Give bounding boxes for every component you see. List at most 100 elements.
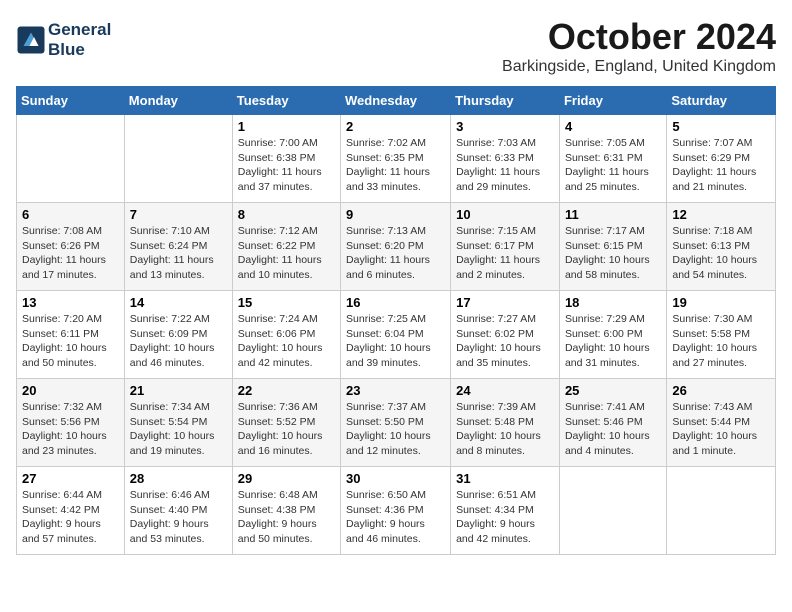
day-info: Sunrise: 7:18 AMSunset: 6:13 PMDaylight:… <box>672 224 770 283</box>
day-info: Sunrise: 7:37 AMSunset: 5:50 PMDaylight:… <box>346 400 445 459</box>
day-number: 10 <box>456 207 554 222</box>
calendar-cell: 29 Sunrise: 6:48 AMSunset: 4:38 PMDaylig… <box>232 467 340 555</box>
day-number: 17 <box>456 295 554 310</box>
day-number: 19 <box>672 295 770 310</box>
day-number: 23 <box>346 383 445 398</box>
calendar-cell: 31 Sunrise: 6:51 AMSunset: 4:34 PMDaylig… <box>451 467 560 555</box>
month-title: October 2024 <box>502 16 776 58</box>
day-info: Sunrise: 7:39 AMSunset: 5:48 PMDaylight:… <box>456 400 554 459</box>
calendar-cell: 8 Sunrise: 7:12 AMSunset: 6:22 PMDayligh… <box>232 203 340 291</box>
calendar-cell: 25 Sunrise: 7:41 AMSunset: 5:46 PMDaylig… <box>559 379 666 467</box>
day-number: 28 <box>130 471 227 486</box>
day-info: Sunrise: 6:48 AMSunset: 4:38 PMDaylight:… <box>238 488 335 547</box>
day-number: 30 <box>346 471 445 486</box>
calendar-cell: 7 Sunrise: 7:10 AMSunset: 6:24 PMDayligh… <box>124 203 232 291</box>
calendar-cell: 5 Sunrise: 7:07 AMSunset: 6:29 PMDayligh… <box>667 115 776 203</box>
calendar-cell <box>559 467 666 555</box>
calendar-cell: 20 Sunrise: 7:32 AMSunset: 5:56 PMDaylig… <box>17 379 125 467</box>
calendar-cell: 23 Sunrise: 7:37 AMSunset: 5:50 PMDaylig… <box>341 379 451 467</box>
day-number: 31 <box>456 471 554 486</box>
day-number: 29 <box>238 471 335 486</box>
day-header-saturday: Saturday <box>667 87 776 115</box>
calendar-week-row: 20 Sunrise: 7:32 AMSunset: 5:56 PMDaylig… <box>17 379 776 467</box>
day-info: Sunrise: 7:22 AMSunset: 6:09 PMDaylight:… <box>130 312 227 371</box>
day-info: Sunrise: 6:46 AMSunset: 4:40 PMDaylight:… <box>130 488 227 547</box>
day-info: Sunrise: 7:17 AMSunset: 6:15 PMDaylight:… <box>565 224 661 283</box>
calendar-cell: 14 Sunrise: 7:22 AMSunset: 6:09 PMDaylig… <box>124 291 232 379</box>
day-info: Sunrise: 7:36 AMSunset: 5:52 PMDaylight:… <box>238 400 335 459</box>
day-number: 7 <box>130 207 227 222</box>
page-header: General Blue October 2024 Barkingside, E… <box>16 16 776 76</box>
calendar-cell: 22 Sunrise: 7:36 AMSunset: 5:52 PMDaylig… <box>232 379 340 467</box>
calendar-cell: 16 Sunrise: 7:25 AMSunset: 6:04 PMDaylig… <box>341 291 451 379</box>
calendar-header-row: SundayMondayTuesdayWednesdayThursdayFrid… <box>17 87 776 115</box>
calendar-cell: 30 Sunrise: 6:50 AMSunset: 4:36 PMDaylig… <box>341 467 451 555</box>
day-number: 27 <box>22 471 119 486</box>
day-info: Sunrise: 7:13 AMSunset: 6:20 PMDaylight:… <box>346 224 445 283</box>
day-info: Sunrise: 7:08 AMSunset: 6:26 PMDaylight:… <box>22 224 119 283</box>
day-header-wednesday: Wednesday <box>341 87 451 115</box>
calendar-table: SundayMondayTuesdayWednesdayThursdayFrid… <box>16 86 776 555</box>
calendar-cell: 1 Sunrise: 7:00 AMSunset: 6:38 PMDayligh… <box>232 115 340 203</box>
day-number: 21 <box>130 383 227 398</box>
day-info: Sunrise: 6:50 AMSunset: 4:36 PMDaylight:… <box>346 488 445 547</box>
calendar-cell: 17 Sunrise: 7:27 AMSunset: 6:02 PMDaylig… <box>451 291 560 379</box>
calendar-cell: 9 Sunrise: 7:13 AMSunset: 6:20 PMDayligh… <box>341 203 451 291</box>
day-number: 4 <box>565 119 661 134</box>
calendar-cell <box>17 115 125 203</box>
calendar-week-row: 27 Sunrise: 6:44 AMSunset: 4:42 PMDaylig… <box>17 467 776 555</box>
day-number: 3 <box>456 119 554 134</box>
logo-text: General Blue <box>48 20 111 60</box>
day-number: 14 <box>130 295 227 310</box>
day-info: Sunrise: 7:02 AMSunset: 6:35 PMDaylight:… <box>346 136 445 195</box>
day-number: 18 <box>565 295 661 310</box>
calendar-cell <box>667 467 776 555</box>
day-number: 26 <box>672 383 770 398</box>
day-info: Sunrise: 7:05 AMSunset: 6:31 PMDaylight:… <box>565 136 661 195</box>
calendar-week-row: 13 Sunrise: 7:20 AMSunset: 6:11 PMDaylig… <box>17 291 776 379</box>
calendar-cell <box>124 115 232 203</box>
day-info: Sunrise: 7:34 AMSunset: 5:54 PMDaylight:… <box>130 400 227 459</box>
day-number: 2 <box>346 119 445 134</box>
calendar-cell: 4 Sunrise: 7:05 AMSunset: 6:31 PMDayligh… <box>559 115 666 203</box>
calendar-cell: 15 Sunrise: 7:24 AMSunset: 6:06 PMDaylig… <box>232 291 340 379</box>
calendar-cell: 13 Sunrise: 7:20 AMSunset: 6:11 PMDaylig… <box>17 291 125 379</box>
day-info: Sunrise: 7:41 AMSunset: 5:46 PMDaylight:… <box>565 400 661 459</box>
day-info: Sunrise: 7:20 AMSunset: 6:11 PMDaylight:… <box>22 312 119 371</box>
day-info: Sunrise: 7:07 AMSunset: 6:29 PMDaylight:… <box>672 136 770 195</box>
logo-icon <box>16 25 46 55</box>
calendar-cell: 18 Sunrise: 7:29 AMSunset: 6:00 PMDaylig… <box>559 291 666 379</box>
day-info: Sunrise: 7:12 AMSunset: 6:22 PMDaylight:… <box>238 224 335 283</box>
day-number: 20 <box>22 383 119 398</box>
day-header-sunday: Sunday <box>17 87 125 115</box>
calendar-week-row: 1 Sunrise: 7:00 AMSunset: 6:38 PMDayligh… <box>17 115 776 203</box>
day-info: Sunrise: 7:29 AMSunset: 6:00 PMDaylight:… <box>565 312 661 371</box>
day-number: 1 <box>238 119 335 134</box>
logo: General Blue <box>16 20 111 60</box>
calendar-cell: 27 Sunrise: 6:44 AMSunset: 4:42 PMDaylig… <box>17 467 125 555</box>
day-header-tuesday: Tuesday <box>232 87 340 115</box>
day-info: Sunrise: 7:27 AMSunset: 6:02 PMDaylight:… <box>456 312 554 371</box>
calendar-cell: 2 Sunrise: 7:02 AMSunset: 6:35 PMDayligh… <box>341 115 451 203</box>
calendar-cell: 10 Sunrise: 7:15 AMSunset: 6:17 PMDaylig… <box>451 203 560 291</box>
day-number: 25 <box>565 383 661 398</box>
location: Barkingside, England, United Kingdom <box>502 58 776 76</box>
day-number: 13 <box>22 295 119 310</box>
day-info: Sunrise: 7:10 AMSunset: 6:24 PMDaylight:… <box>130 224 227 283</box>
day-number: 15 <box>238 295 335 310</box>
calendar-cell: 21 Sunrise: 7:34 AMSunset: 5:54 PMDaylig… <box>124 379 232 467</box>
day-number: 16 <box>346 295 445 310</box>
day-info: Sunrise: 7:24 AMSunset: 6:06 PMDaylight:… <box>238 312 335 371</box>
day-number: 6 <box>22 207 119 222</box>
day-info: Sunrise: 6:51 AMSunset: 4:34 PMDaylight:… <box>456 488 554 547</box>
day-number: 12 <box>672 207 770 222</box>
day-info: Sunrise: 7:00 AMSunset: 6:38 PMDaylight:… <box>238 136 335 195</box>
calendar-cell: 12 Sunrise: 7:18 AMSunset: 6:13 PMDaylig… <box>667 203 776 291</box>
calendar-week-row: 6 Sunrise: 7:08 AMSunset: 6:26 PMDayligh… <box>17 203 776 291</box>
day-info: Sunrise: 7:15 AMSunset: 6:17 PMDaylight:… <box>456 224 554 283</box>
calendar-body: 1 Sunrise: 7:00 AMSunset: 6:38 PMDayligh… <box>17 115 776 555</box>
day-info: Sunrise: 7:25 AMSunset: 6:04 PMDaylight:… <box>346 312 445 371</box>
day-info: Sunrise: 6:44 AMSunset: 4:42 PMDaylight:… <box>22 488 119 547</box>
calendar-cell: 19 Sunrise: 7:30 AMSunset: 5:58 PMDaylig… <box>667 291 776 379</box>
day-number: 5 <box>672 119 770 134</box>
